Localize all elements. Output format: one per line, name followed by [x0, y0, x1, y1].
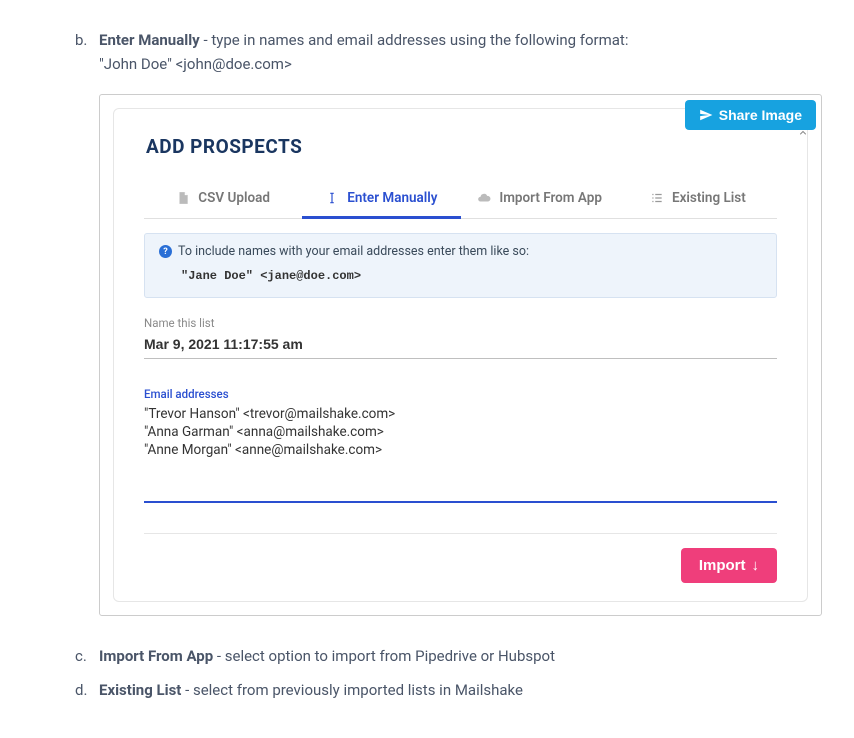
divider	[144, 533, 777, 534]
doc-item-b: b.Enter Manually - type in names and ema…	[75, 28, 822, 76]
tabs: CSV Upload Enter Manually Import From Ap…	[144, 178, 777, 219]
text-cursor-icon	[325, 191, 339, 205]
doc-item-c: c.Import From App - select option to imp…	[75, 644, 822, 668]
emails-field: Email addresses	[144, 387, 777, 507]
arrow-down-icon: ↓	[752, 557, 760, 574]
tab-csv-upload[interactable]: CSV Upload	[144, 178, 302, 218]
tab-existing-list[interactable]: Existing List	[619, 178, 777, 218]
info-icon: ?	[159, 245, 172, 258]
hint-example: "Jane Doe" <jane@doe.com>	[181, 269, 762, 283]
tab-app-label: Import From App	[499, 190, 602, 206]
item-b-desc: - type in names and email addresses usin…	[200, 31, 629, 49]
list-name-label: Name this list	[144, 316, 777, 330]
tab-enter-manually[interactable]: Enter Manually	[302, 178, 460, 218]
item-b-example: "John Doe" <john@doe.com>	[75, 52, 822, 76]
paper-plane-icon	[699, 108, 713, 122]
doc-item-d: d.Existing List - select from previously…	[75, 678, 822, 702]
card-title: ADD PROSPECTS	[146, 135, 777, 158]
emails-textarea[interactable]	[144, 403, 777, 503]
share-image-button[interactable]: Share Image	[685, 100, 816, 130]
item-d-desc: - select from previously imported lists …	[181, 681, 523, 699]
tab-csv-label: CSV Upload	[198, 190, 270, 206]
tab-import-from-app[interactable]: Import From App	[461, 178, 619, 218]
item-c-title: Import From App	[99, 647, 213, 665]
list-name-input[interactable]	[144, 332, 777, 359]
add-prospects-card: ADD PROSPECTS CSV Upload Enter Manually	[113, 108, 808, 602]
item-b-title: Enter Manually	[99, 31, 200, 49]
item-d-marker: d.	[75, 678, 99, 702]
item-b-marker: b.	[75, 28, 99, 52]
item-c-desc: - select option to import from Pipedrive…	[213, 647, 555, 665]
screenshot-container: Share Image ADD PROSPECTS CSV Upload Ent…	[99, 94, 822, 616]
hint-text: To include names with your email address…	[178, 244, 529, 259]
card-actions: Import ↓	[144, 548, 777, 583]
item-c-marker: c.	[75, 644, 99, 668]
share-image-label: Share Image	[719, 107, 802, 123]
cloud-icon	[477, 191, 491, 205]
hint-box: ? To include names with your email addre…	[144, 233, 777, 298]
list-icon	[650, 191, 664, 205]
item-d-title: Existing List	[99, 681, 181, 699]
tab-existing-label: Existing List	[672, 190, 746, 206]
list-name-field: Name this list	[144, 316, 777, 359]
emails-label: Email addresses	[144, 387, 777, 401]
import-button-label: Import	[699, 557, 746, 574]
tab-manual-label: Enter Manually	[347, 190, 437, 206]
file-icon	[176, 191, 190, 205]
import-button[interactable]: Import ↓	[681, 548, 777, 583]
